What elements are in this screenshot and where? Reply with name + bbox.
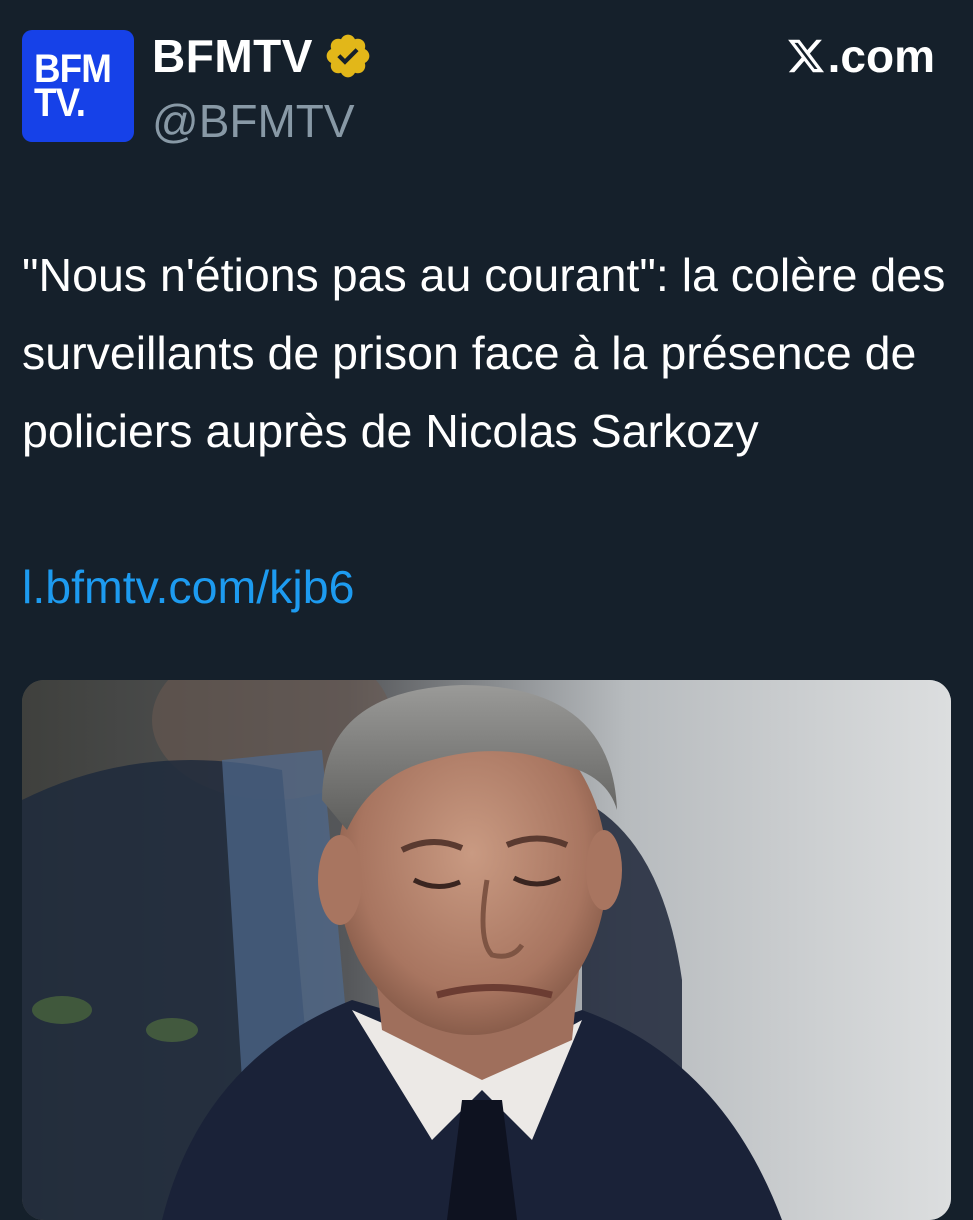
avatar[interactable]: BFM TV. [22, 30, 134, 142]
account-handle[interactable]: @BFMTV [152, 94, 355, 148]
brand-domain: .com [827, 30, 935, 82]
avatar-logo: BFM TV. [34, 49, 112, 125]
display-name-row: BFMTV [152, 28, 373, 84]
avatar-logo-line2: TV. [34, 81, 86, 125]
tweet-link[interactable]: l.bfmtv.com/kjb6 [22, 548, 354, 626]
brand-watermark: .com [786, 28, 935, 84]
verified-badge-icon [323, 31, 373, 81]
tweet-photo[interactable] [22, 680, 951, 1220]
tweet-card: BFM TV. BFMTV @BFMTV .com "Nous n'étions… [0, 0, 973, 1220]
photo-illustration [22, 680, 951, 1220]
x-logo-icon [786, 36, 826, 76]
display-name[interactable]: BFMTV [152, 29, 313, 83]
tweet-text: "Nous n'étions pas au courant": la colèr… [22, 249, 946, 457]
